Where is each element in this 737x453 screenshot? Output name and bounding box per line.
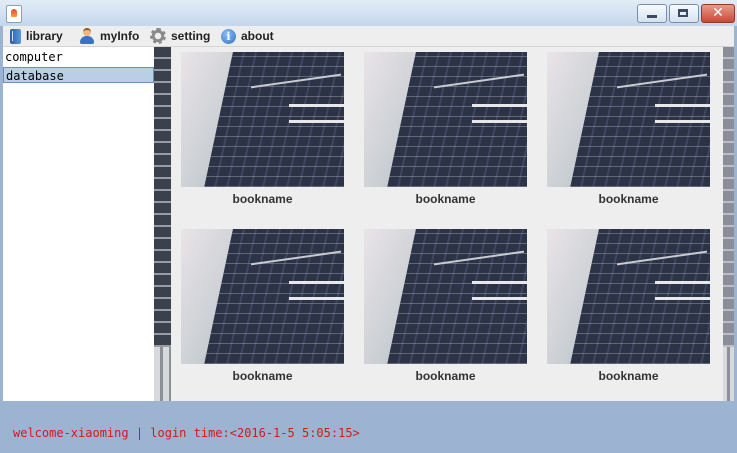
main-content: computer database bookname bookname book… (3, 47, 734, 401)
category-item-database[interactable]: database (3, 67, 154, 83)
close-icon: ✕ (712, 5, 724, 21)
maximize-icon (678, 9, 688, 17)
book-title: bookname (598, 192, 659, 206)
book-cover-image[interactable] (547, 52, 710, 187)
book-icon (10, 28, 21, 44)
user-icon (79, 28, 95, 44)
status-bar: welcome-xiaoming | login time:<2016-1-5 … (3, 401, 734, 449)
menu-setting[interactable]: setting (150, 27, 210, 45)
book-title: bookname (232, 192, 293, 206)
title-bar[interactable]: ✕ (0, 0, 737, 27)
java-app-icon[interactable] (6, 5, 22, 23)
menu-bar: library myInfo setting i about (3, 26, 734, 47)
book-cover-image[interactable] (547, 229, 710, 364)
category-item-computer[interactable]: computer (3, 49, 154, 65)
app-window: ✕ library myInfo setting i about compute… (0, 0, 737, 453)
minimize-button[interactable] (637, 4, 667, 23)
menu-myinfo-label: myInfo (100, 29, 140, 43)
book-cover-image[interactable] (181, 52, 344, 187)
book-title: bookname (415, 369, 476, 383)
status-text: welcome-xiaoming | login time:<2016-1-5 … (13, 426, 360, 440)
maximize-button[interactable] (669, 4, 699, 23)
menu-setting-label: setting (171, 29, 211, 43)
menu-library[interactable]: library (10, 27, 63, 45)
info-icon: i (221, 28, 236, 44)
menu-library-label: library (26, 29, 63, 43)
book-cover-image[interactable] (364, 229, 527, 364)
book-title: bookname (415, 192, 476, 206)
book-title: bookname (598, 369, 659, 383)
close-button[interactable]: ✕ (701, 4, 735, 23)
book-grid: bookname bookname bookname bookname book… (171, 47, 723, 401)
book-cover-image[interactable] (181, 229, 344, 364)
category-list[interactable]: computer database (3, 47, 154, 401)
book-cover-image[interactable] (364, 52, 527, 187)
book-title: bookname (232, 369, 293, 383)
menu-about-label: about (241, 29, 274, 43)
gear-icon (150, 28, 166, 44)
minimize-icon (647, 15, 657, 18)
menu-about[interactable]: i about (221, 27, 274, 45)
menu-myinfo[interactable]: myInfo (79, 27, 139, 45)
